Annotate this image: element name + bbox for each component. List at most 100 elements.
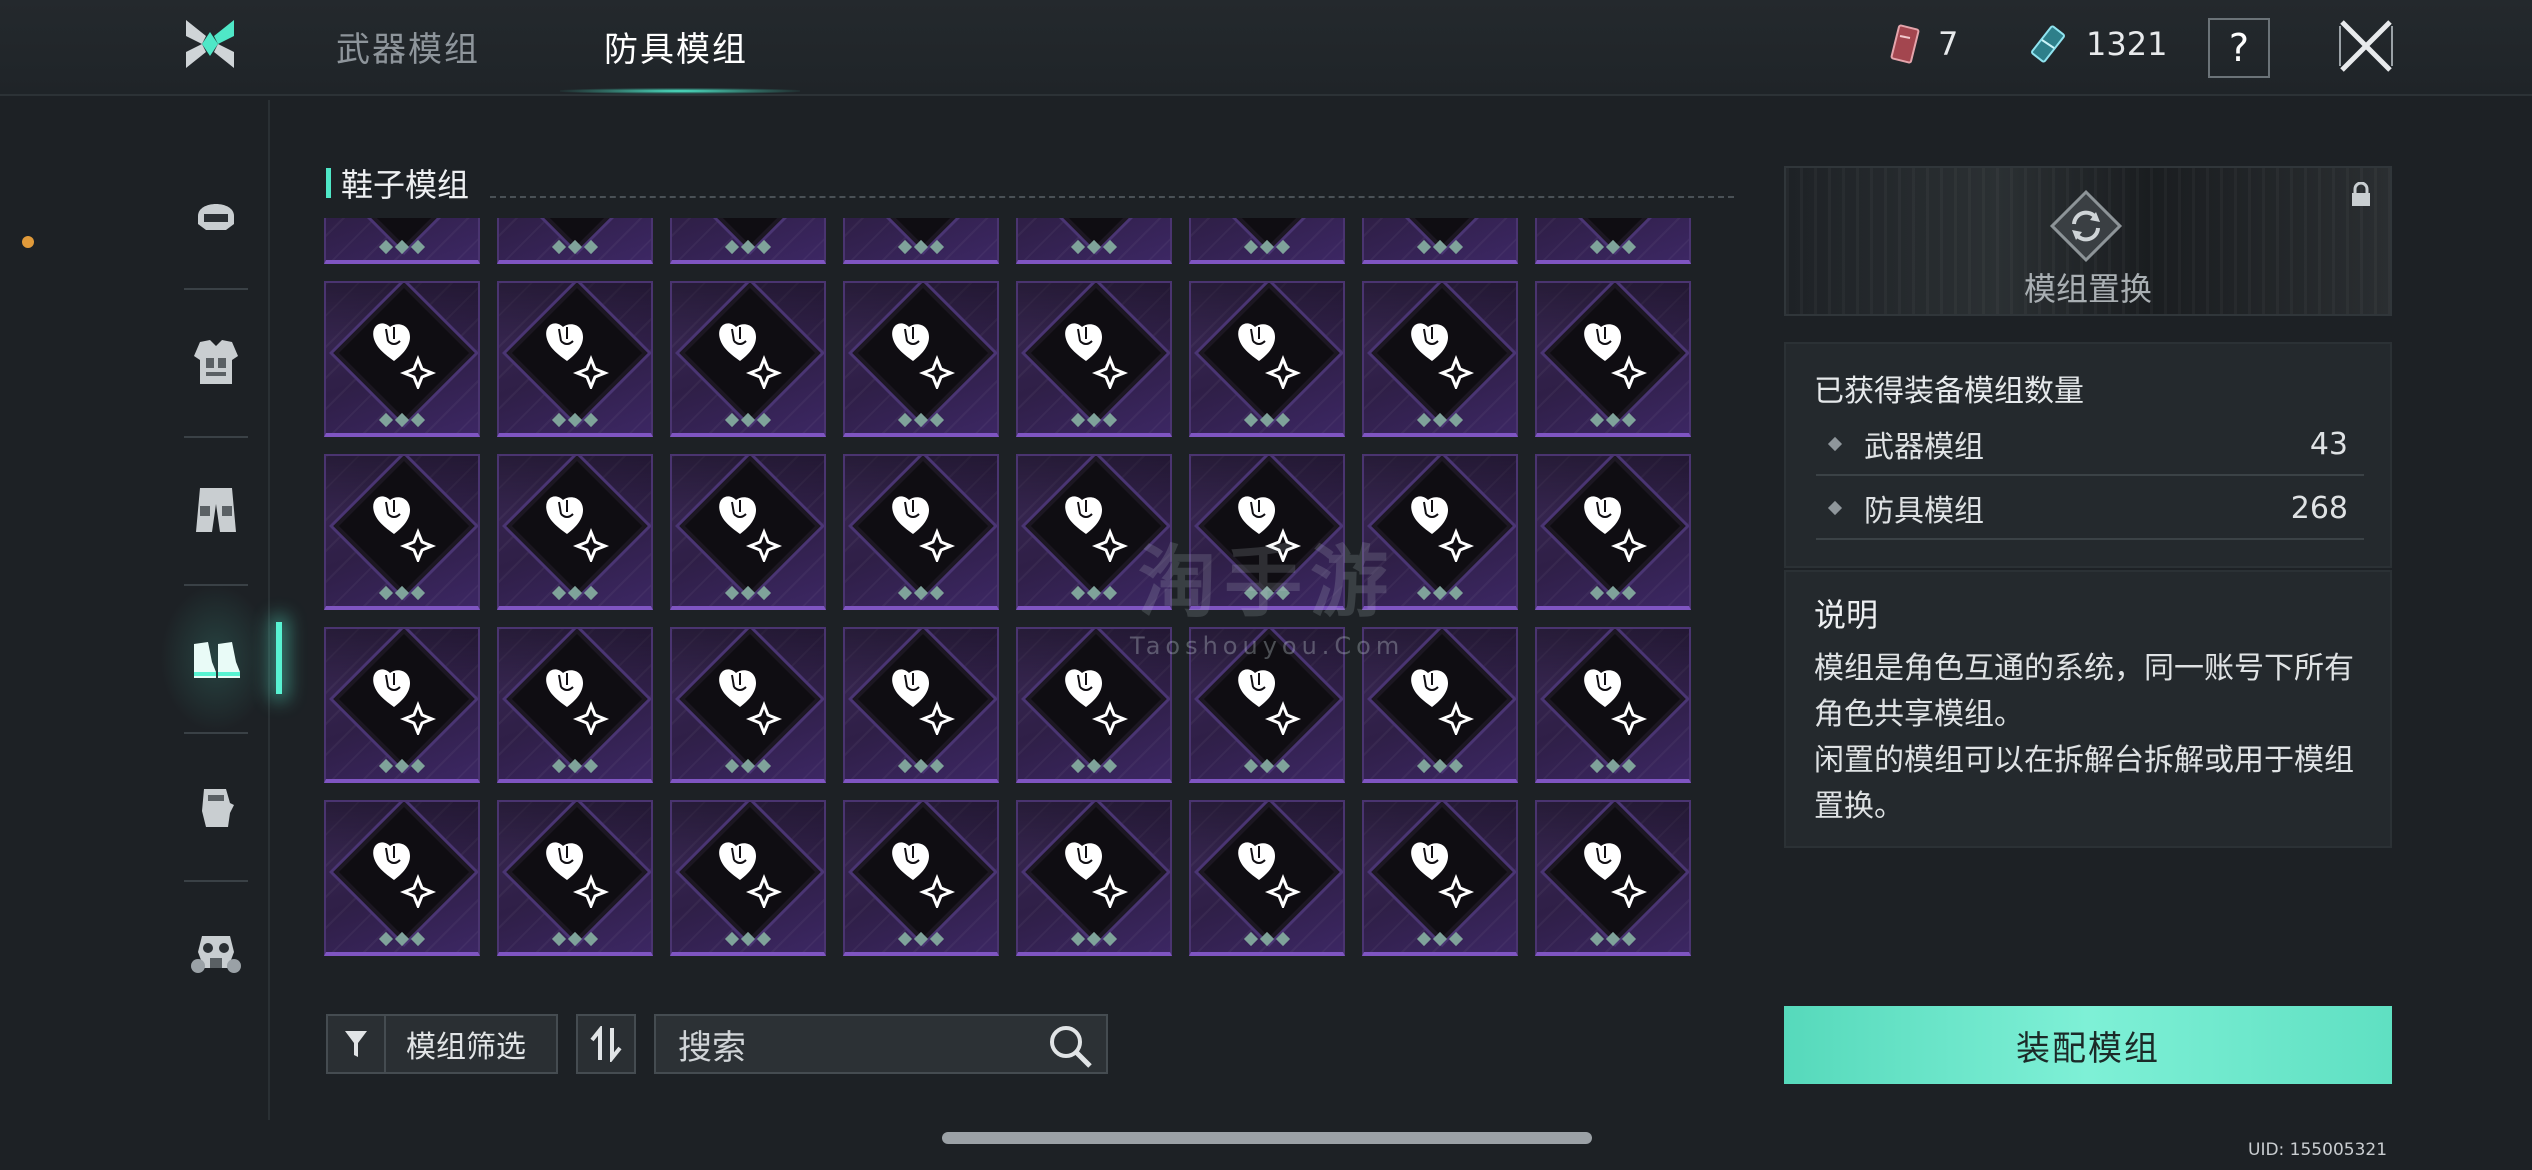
- mod-card[interactable]: [324, 218, 480, 264]
- mod-filter-label: 模组筛选: [406, 1030, 526, 1065]
- mod-card[interactable]: [324, 800, 480, 956]
- mod-card[interactable]: [324, 627, 480, 783]
- tab-armor-mods[interactable]: 防具模组: [604, 22, 748, 71]
- mod-card[interactable]: [497, 800, 653, 956]
- search-placeholder: 搜索: [678, 1027, 746, 1068]
- lock-icon: [2352, 182, 2370, 206]
- mod-card[interactable]: [1016, 281, 1172, 437]
- mod-swap-card[interactable]: 模组置换: [1784, 166, 2392, 316]
- tab-weapon-mods[interactable]: 武器模组: [336, 22, 480, 71]
- description-title: 说明: [1814, 596, 1879, 634]
- mod-card[interactable]: [670, 281, 826, 437]
- rarity-pip: [1259, 239, 1275, 255]
- sort-icon: [590, 1026, 622, 1062]
- search-input[interactable]: 搜索: [654, 1014, 1108, 1074]
- mod-card[interactable]: [843, 800, 999, 956]
- mod-card[interactable]: [1362, 218, 1518, 264]
- sidebar-item-pants[interactable]: [160, 436, 272, 584]
- mod-card[interactable]: [1535, 281, 1691, 437]
- rarity-pips: [1018, 931, 1170, 947]
- rarity-pip: [740, 585, 756, 601]
- rarity-pip: [1070, 412, 1086, 428]
- rarity-pip: [567, 585, 583, 601]
- mod-card[interactable]: [324, 281, 480, 437]
- mod-card[interactable]: [1016, 218, 1172, 264]
- rarity-pip: [567, 239, 583, 255]
- heart-burst-icon: [544, 840, 607, 908]
- rarity-pips: [1018, 239, 1170, 255]
- rarity-pips: [1018, 758, 1170, 774]
- rarity-pips: [1537, 758, 1689, 774]
- bullet-icon: [1827, 500, 1843, 516]
- mod-card[interactable]: [1016, 800, 1172, 956]
- mod-card[interactable]: [670, 218, 826, 264]
- search-icon[interactable]: [1048, 1024, 1092, 1068]
- rarity-pip: [410, 412, 426, 428]
- rarity-pips: [845, 931, 997, 947]
- mod-grid-viewport[interactable]: [324, 218, 1700, 964]
- help-button[interactable]: ?: [2208, 18, 2270, 78]
- mod-card[interactable]: [843, 454, 999, 610]
- sidebar-item-armor[interactable]: [160, 288, 272, 436]
- mod-card[interactable]: [1535, 800, 1691, 956]
- mod-card[interactable]: [1362, 800, 1518, 956]
- rarity-pips: [1364, 931, 1516, 947]
- rarity-pip: [410, 239, 426, 255]
- mod-filter-button[interactable]: 模组筛选: [326, 1014, 558, 1074]
- sidebar-item-gas-mask[interactable]: [160, 880, 272, 1028]
- sidebar-item-helmet[interactable]: [160, 140, 272, 288]
- rarity-pip: [567, 931, 583, 947]
- rarity-pip: [1102, 758, 1118, 774]
- rarity-pip: [1432, 758, 1448, 774]
- rarity-pip: [394, 412, 410, 428]
- sort-button[interactable]: [576, 1014, 636, 1074]
- mod-card[interactable]: [497, 627, 653, 783]
- mod-card[interactable]: [1535, 454, 1691, 610]
- rarity-pip: [1448, 758, 1464, 774]
- section-divider: [490, 196, 1734, 198]
- game-logo-icon: [186, 20, 234, 68]
- close-icon[interactable]: [2336, 16, 2396, 76]
- sidebar-item-shoes[interactable]: [160, 584, 282, 732]
- rarity-pip: [756, 585, 772, 601]
- stat-value: 43: [2309, 426, 2348, 462]
- rarity-pips: [1191, 412, 1343, 428]
- sidebar-item-gloves[interactable]: [160, 732, 272, 880]
- mod-card[interactable]: [1362, 281, 1518, 437]
- mod-card[interactable]: [1535, 627, 1691, 783]
- mod-card[interactable]: [497, 218, 653, 264]
- mod-card[interactable]: [1189, 218, 1345, 264]
- rarity-pip: [583, 239, 599, 255]
- mod-card[interactable]: [843, 218, 999, 264]
- mod-card[interactable]: [1189, 800, 1345, 956]
- rarity-pip: [1605, 585, 1621, 601]
- heart-burst-icon: [1063, 321, 1126, 389]
- rarity-pip: [1432, 931, 1448, 947]
- mod-card[interactable]: [843, 627, 999, 783]
- mod-card[interactable]: [324, 454, 480, 610]
- mod-card[interactable]: [1535, 218, 1691, 264]
- rarity-pip: [1605, 239, 1621, 255]
- rarity-pip: [1605, 758, 1621, 774]
- currency-crystal-value: 1321: [2086, 25, 2168, 63]
- mod-card[interactable]: [1189, 281, 1345, 437]
- home-indicator: [942, 1132, 1592, 1144]
- equipment-slot-sidebar: [160, 140, 282, 1028]
- equip-mod-button[interactable]: 装配模组: [1784, 1006, 2392, 1084]
- mod-card[interactable]: [497, 281, 653, 437]
- mod-card[interactable]: [843, 281, 999, 437]
- rarity-pip: [1621, 931, 1637, 947]
- mod-card[interactable]: [670, 454, 826, 610]
- heart-burst-icon: [717, 840, 780, 908]
- mod-card[interactable]: [670, 800, 826, 956]
- heart-burst-icon: [371, 840, 434, 908]
- description-panel: 说明 模组是角色互通的系统，同一账号下所有角色共享模组。 闲置的模组可以在拆解台…: [1784, 570, 2392, 848]
- rarity-pip: [1070, 239, 1086, 255]
- mod-card[interactable]: [497, 454, 653, 610]
- heart-burst-icon: [371, 321, 434, 389]
- rarity-pip: [1086, 585, 1102, 601]
- rarity-pips: [1018, 412, 1170, 428]
- mod-card[interactable]: [670, 627, 826, 783]
- rarity-pip: [913, 239, 929, 255]
- rarity-pip: [724, 585, 740, 601]
